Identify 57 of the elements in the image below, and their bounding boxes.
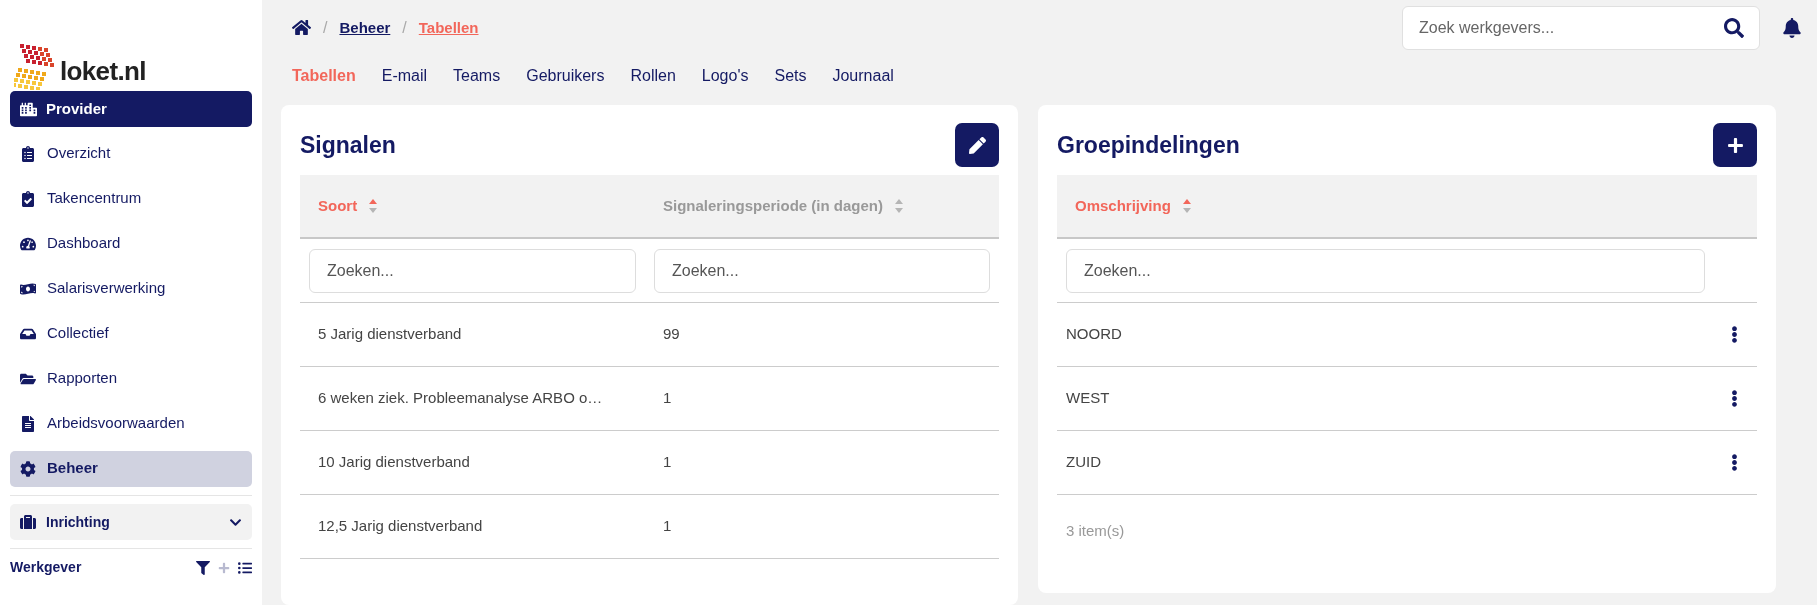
table-cell-text: 1 xyxy=(662,452,673,473)
table-cell-text: ZUID xyxy=(1065,452,1101,473)
tab[interactable]: Teams xyxy=(453,63,501,88)
sidebar-context[interactable]: Provider xyxy=(10,91,252,127)
home-icon[interactable] xyxy=(292,18,311,38)
tab[interactable]: Sets xyxy=(774,63,807,88)
pencil-icon xyxy=(968,136,986,154)
filter-field[interactable]: Zoeken... xyxy=(1066,248,1705,293)
card-title: Groepindelingen xyxy=(1057,130,1240,160)
item-count: 3 item(s) xyxy=(1065,520,1125,541)
document-icon xyxy=(20,415,36,432)
table-cell-text: 1 xyxy=(662,388,673,409)
notification-icon[interactable] xyxy=(1782,17,1802,38)
filter-field[interactable]: Zoeken... xyxy=(654,248,990,293)
gauge-icon xyxy=(20,235,36,252)
table-cell-text: 5 Jarig dienstverband xyxy=(317,324,463,345)
table-cell-text: 6 weken ziek. Probleemanalyse ARBO o… xyxy=(317,388,604,409)
section-label: Werkgever xyxy=(10,558,83,577)
tab[interactable]: Rollen xyxy=(630,63,676,88)
clipboard-icon xyxy=(20,145,36,162)
search-field[interactable]: Zoek werkgevers... xyxy=(1402,5,1760,50)
suitcase-icon xyxy=(20,514,36,530)
edit-button[interactable] xyxy=(955,123,999,167)
table-cell-text: 1 xyxy=(662,516,673,537)
sidebar-item[interactable]: Beheer xyxy=(10,450,252,487)
sidebar-item[interactable]: Takencentrum xyxy=(10,180,252,217)
tab[interactable]: Journaal xyxy=(832,63,894,88)
sidebar-item[interactable]: Collectief xyxy=(10,315,252,352)
breadcrumb-separator: / xyxy=(323,17,328,38)
settings-icon xyxy=(20,460,36,477)
card-title: Signalen xyxy=(300,130,396,160)
breadcrumb-separator: / xyxy=(402,17,407,38)
add-icon xyxy=(1726,136,1744,154)
logo-text: loket.nl xyxy=(60,58,146,84)
filter-field[interactable]: Zoeken... xyxy=(309,248,636,293)
tab[interactable]: E-mail xyxy=(381,63,428,88)
sidebar-item[interactable]: Arbeidsvoorwaarden xyxy=(10,405,252,442)
table-cell-text: NOORD xyxy=(1065,324,1122,345)
sidebar-item[interactable]: Dashboard xyxy=(10,225,252,262)
add-button[interactable] xyxy=(1713,123,1757,167)
filter-icon[interactable] xyxy=(196,560,210,575)
sidebar-item[interactable]: Salarisverwerking xyxy=(10,270,252,307)
sidebar-section[interactable]: Inrichting xyxy=(10,504,252,540)
tab[interactable]: Logo's xyxy=(701,63,749,88)
table-cell-text: WEST xyxy=(1065,388,1110,409)
buildings-icon xyxy=(20,100,37,118)
tab[interactable]: Gebruikers xyxy=(526,63,605,88)
banknote-icon xyxy=(20,280,36,297)
table-cell-text: 99 xyxy=(662,324,681,345)
search-icon[interactable] xyxy=(1724,17,1744,38)
table-cell-text: 12,5 Jarig dienstverband xyxy=(317,516,484,537)
list-icon[interactable] xyxy=(238,560,252,575)
sidebar-item[interactable]: Rapporten xyxy=(10,360,252,397)
table-cell-text: 10 Jarig dienstverband xyxy=(317,452,471,473)
sidebar-item[interactable]: Overzicht xyxy=(10,135,252,172)
breadcrumb-link[interactable]: Beheer xyxy=(339,16,391,40)
clipboard-check-icon xyxy=(20,190,36,207)
